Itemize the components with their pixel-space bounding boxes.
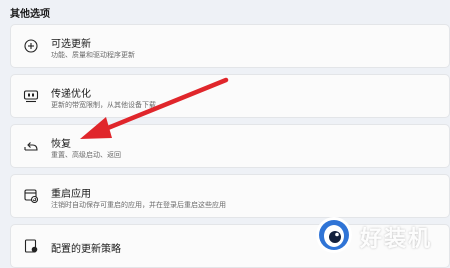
item-title: 配置的更新策略 xyxy=(51,244,121,255)
item-title: 恢复 xyxy=(51,139,71,150)
eye-logo-icon xyxy=(314,215,354,259)
section-title: 其他选项 xyxy=(10,9,50,20)
delivery-optimization-icon xyxy=(23,88,39,104)
item-subtitle: 功能、质量和驱动程序更新 xyxy=(51,51,135,59)
item-title: 传递优化 xyxy=(51,89,91,100)
item-subtitle: 更新的带宽限制，从其他设备下载 xyxy=(51,101,156,109)
policy-icon xyxy=(23,238,39,254)
item-subtitle: 重置、高级启动、返回 xyxy=(51,151,121,159)
item-title: 可选更新 xyxy=(51,39,91,50)
restart-apps-icon xyxy=(23,188,39,204)
item-subtitle: 注销时自动保存可重启的应用，并在登录后重启这些应用 xyxy=(51,201,226,209)
watermark-text: 好装机 xyxy=(360,227,433,252)
item-title: 重启应用 xyxy=(51,189,91,200)
recovery-item[interactable]: 恢复 重置、高级启动、返回 xyxy=(10,124,450,168)
watermark: 好装机 xyxy=(314,214,450,260)
optional-updates-item[interactable]: 可选更新 功能、质量和驱动程序更新 xyxy=(10,24,450,68)
plus-circle-icon xyxy=(23,38,39,54)
delivery-optimization-item[interactable]: 传递优化 更新的带宽限制，从其他设备下载 xyxy=(10,74,450,118)
restart-apps-item[interactable]: 重启应用 注销时自动保存可重启的应用，并在登录后重启这些应用 xyxy=(10,174,450,218)
recovery-icon xyxy=(23,138,39,154)
